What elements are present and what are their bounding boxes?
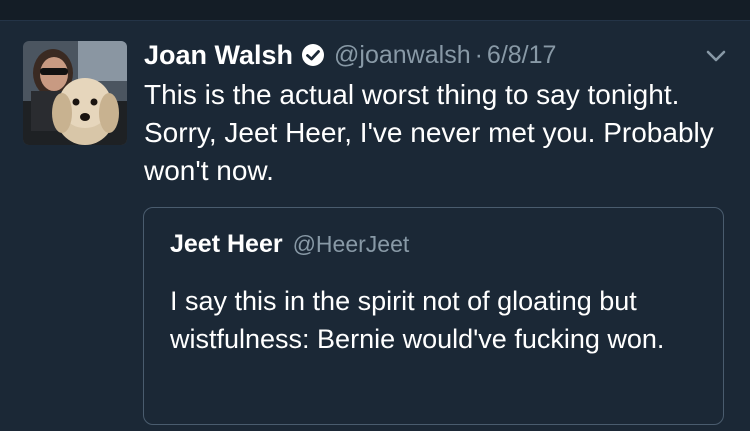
verified-badge-icon: [301, 43, 325, 67]
chevron-down-icon[interactable]: [703, 43, 729, 69]
quoted-tweet-text: I say this in the spirit not of gloating…: [170, 286, 665, 354]
avatar-image: [23, 41, 127, 145]
tweet-date[interactable]: 6/8/17: [487, 41, 557, 70]
author-name[interactable]: Joan Walsh: [144, 40, 293, 71]
quoted-author-name: Jeet Heer: [170, 230, 283, 258]
tweet[interactable]: Joan Walsh @joanwalsh · 6/8/17 This is t…: [0, 21, 750, 431]
author-handle[interactable]: @joanwalsh: [334, 41, 471, 70]
quoted-author-handle: @HeerJeet: [292, 231, 410, 257]
quoted-tweet[interactable]: Jeet Heer @HeerJeet I say this in the sp…: [143, 207, 724, 425]
tweet-text: This is the actual worst thing to say to…: [144, 79, 714, 186]
top-strip: [0, 0, 750, 21]
separator-dot: ·: [474, 40, 483, 69]
quoted-tweet-header: Jeet Heer @HeerJeet: [170, 230, 409, 259]
tweet-header: Joan Walsh @joanwalsh · 6/8/17: [144, 37, 556, 73]
avatar[interactable]: [23, 41, 127, 145]
